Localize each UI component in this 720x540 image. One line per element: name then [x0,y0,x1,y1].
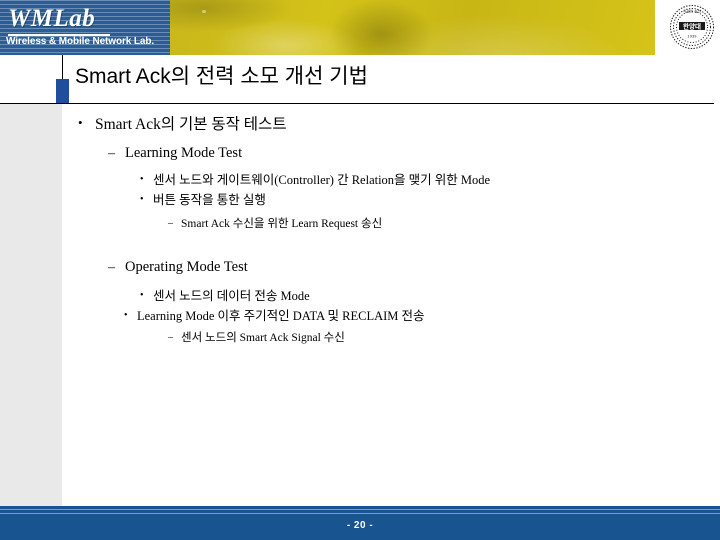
hardhat-photo [166,0,662,55]
outline-item-l3: • 센서 노드와 게이트웨이(Controller) 간 Relation을 맺… [140,173,491,188]
bullet-glyph: – [108,260,115,275]
outline-item-l3: • Learning Mode 이후 주기적인 DATA 및 RECLAIM 전… [124,309,425,324]
outline-item-l2: – Operating Mode Test [108,259,248,276]
outline-item-text: Operating Mode Test [125,259,248,275]
slide-footer-band: - 20 - [0,506,720,540]
outline-item-l3: • 센서 노드의 데이터 전송 Mode [140,289,310,304]
seal-top-label: 사랑의 실천 [683,9,701,14]
seal-center-label: 한양대 [683,22,701,31]
page-number: - 20 - [346,520,374,531]
bullet-glyph: – [108,146,115,161]
bullet-glyph: – [168,218,173,229]
bullet-glyph: • [78,115,83,130]
outline-item-text: 센서 노드와 게이트웨이(Controller) 간 Relation을 맺기 … [153,173,491,187]
outline-item-l2: – Learning Mode Test [108,145,243,162]
lab-logo-subtitle: Wireless & Mobile Network Lab. [6,36,155,47]
lab-logo-title: WMLab [8,5,96,32]
bullet-glyph: – [168,332,173,343]
outline-item-text: Learning Mode Test [125,145,243,161]
outline-item-l1: • Smart Ack의 기본 동작 테스트 [78,115,287,133]
photo-highlight-dot [202,10,206,13]
bullet-glyph: • [140,290,144,301]
bullet-glyph: • [140,194,144,205]
outline-item-text: Smart Ack의 기본 동작 테스트 [95,116,287,133]
outline-item-text: Smart Ack 수신을 위한 Learn Request 송신 [181,218,383,230]
footer-accent-line-top [0,509,720,510]
seal-bottom-label: 1939 [687,35,697,39]
bullet-glyph: • [140,174,144,185]
slide-body-outline: • Smart Ack의 기본 동작 테스트 – Learning Mode T… [62,108,714,498]
slide-header-banner: WMLab Wireless & Mobile Network Lab. [0,0,720,55]
left-gray-sidebar [0,104,62,506]
outline-item-text: 버튼 동작을 통한 실행 [153,193,266,207]
footer-accent-line-bottom [0,513,720,514]
outline-item-text: 센서 노드의 데이터 전송 Mode [153,289,310,303]
university-seal-icon: 한양대 사랑의 실천 1939 [668,3,716,51]
title-horizontal-rule [0,103,714,104]
title-accent-square [56,79,69,104]
outline-item-l4: – 센서 노드의 Smart Ack Signal 수신 [168,332,345,345]
outline-item-l3: • 버튼 동작을 통한 실행 [140,193,266,208]
outline-item-text: Learning Mode 이후 주기적인 DATA 및 RECLAIM 전송 [137,309,425,323]
bullet-glyph: • [124,310,128,321]
outline-item-l4: – Smart Ack 수신을 위한 Learn Request 송신 [168,218,382,231]
page-title: Smart Ack의 전력 소모 개선 기법 [75,65,368,88]
outline-item-text: 센서 노드의 Smart Ack Signal 수신 [181,332,345,344]
